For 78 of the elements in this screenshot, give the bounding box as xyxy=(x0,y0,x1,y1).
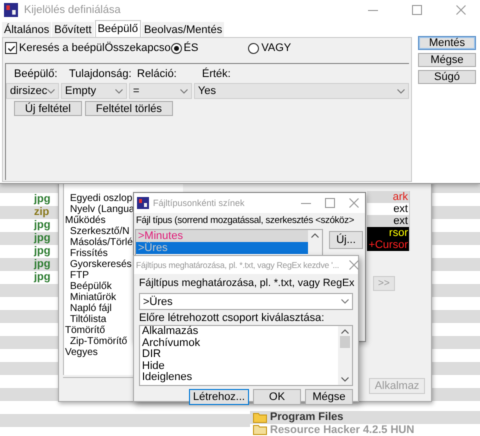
side-button[interactable]: Súgó xyxy=(418,70,476,84)
file-extension: jpg xyxy=(34,245,50,258)
side-button[interactable]: Mégse xyxy=(418,53,476,67)
condition-combo[interactable]: Yes xyxy=(194,83,409,99)
scroll-down-icon[interactable] xyxy=(341,377,349,382)
tree-item[interactable]: Másolás/Törlé xyxy=(69,237,133,248)
plugin-search-checkbox[interactable] xyxy=(5,42,17,54)
file-type-item: >Üres xyxy=(138,242,168,254)
file-extension: jpg xyxy=(34,232,50,245)
maximize-icon[interactable] xyxy=(325,198,335,208)
new-button[interactable]: Új... xyxy=(329,231,363,249)
list-label: Fájl típus (sorrend mozgatással, szerkesztés <szóköz> xyxy=(135,214,356,228)
scrollbar-thumb[interactable] xyxy=(340,336,350,348)
dialog-button[interactable]: OK xyxy=(253,389,301,405)
tab[interactable]: Beolvas/Mentés xyxy=(142,22,224,37)
tree-item[interactable]: Tömörítő xyxy=(64,325,106,336)
condition-combo[interactable]: = xyxy=(129,83,192,99)
file-extension: jpg xyxy=(34,258,50,271)
condition-combo[interactable]: dirsizec xyxy=(6,83,59,99)
file-extension: jpg xyxy=(34,219,50,232)
tab[interactable]: Általános xyxy=(2,22,52,37)
radio-label: ÉS xyxy=(184,42,198,54)
file-type-combo[interactable]: >Üres xyxy=(139,293,353,310)
scroll-up-icon[interactable] xyxy=(311,233,319,238)
dialog-button[interactable]: Mégse xyxy=(305,389,353,405)
app-icon xyxy=(137,197,149,209)
column-header: Tulajdonság: xyxy=(69,68,133,82)
tree-item[interactable]: Vegyes xyxy=(64,347,98,358)
color-sample[interactable]: ext xyxy=(393,203,408,215)
tree-item[interactable]: Tiltólista xyxy=(69,314,106,325)
tree-item[interactable]: Zip-Tömörítő xyxy=(69,336,128,347)
tree-item[interactable]: Nyelv (Langua xyxy=(69,204,134,215)
folder-item[interactable]: Program Files xyxy=(250,411,480,424)
group-item[interactable]: Ideiglenes xyxy=(142,372,338,384)
color-sample[interactable]: +Cursor xyxy=(368,239,408,251)
tree-item[interactable]: Napló fájl xyxy=(69,303,112,314)
combine-label: Összekapcso xyxy=(104,42,171,54)
group-item[interactable]: Archívumok xyxy=(142,338,338,349)
prompt-text: Fájltípus meghatározása, pl. *.txt, vagy RegEx xyxy=(139,277,353,290)
file-type-item: >Minutes xyxy=(138,230,183,242)
close-icon[interactable] xyxy=(349,260,360,270)
side-button[interactable]: Mentés xyxy=(418,36,476,50)
group-item[interactable]: DIR xyxy=(142,349,338,360)
tree-item[interactable]: FTP xyxy=(69,270,89,281)
window-title: Fájltípusonkénti színek xyxy=(153,198,246,208)
scroll-up-icon[interactable] xyxy=(341,329,349,334)
group-item[interactable]: Hide xyxy=(142,360,338,372)
app-icon xyxy=(4,3,18,17)
file-extension: jpg xyxy=(34,271,50,284)
column-header: Érték: xyxy=(202,68,232,82)
file-extension: jpg xyxy=(34,193,50,206)
condition-button[interactable]: Új feltétel xyxy=(14,101,82,116)
window-title: Kijelölés definiálása xyxy=(24,4,122,16)
tree-item[interactable]: Miniatűrök xyxy=(69,292,116,303)
tab[interactable]: Bővített xyxy=(52,22,94,37)
column-header: Beépülő: xyxy=(14,68,58,82)
radio-button[interactable] xyxy=(248,42,260,54)
maximize-icon[interactable] xyxy=(412,5,422,15)
radio-label: VAGY xyxy=(261,42,292,54)
tab[interactable]: Beépülő xyxy=(94,20,141,37)
condition-button[interactable]: Feltétel törlés xyxy=(84,101,173,116)
column-header: Reláció: xyxy=(137,68,178,82)
close-icon[interactable] xyxy=(456,5,466,15)
tree-item[interactable]: Beépülők xyxy=(69,281,112,292)
close-icon[interactable] xyxy=(349,198,359,208)
tree-item[interactable]: Szerkesztő/N xyxy=(69,226,130,237)
dialog-title: Fájltípus meghatározása, pl. *.txt, vagy RegEx kezdve '... xyxy=(136,260,340,270)
tree-item[interactable]: Egyedi oszlop xyxy=(69,193,132,204)
group-item[interactable]: Alkalmazás xyxy=(142,326,338,338)
file-extension: zip xyxy=(34,206,50,219)
group-label: Előre létrehozott csoport kiválasztása: xyxy=(139,312,326,325)
tree-item[interactable]: Gyorskeresés xyxy=(69,259,132,270)
tree-item[interactable]: Működés xyxy=(64,215,106,226)
tree-item[interactable]: Frissítés xyxy=(69,248,108,259)
checkbox-label: Keresés a beépül xyxy=(19,42,105,54)
radio-button[interactable] xyxy=(170,42,182,54)
dialog-button[interactable]: Létrehoz... xyxy=(189,389,249,405)
condition-combo[interactable]: Empty xyxy=(61,83,127,99)
